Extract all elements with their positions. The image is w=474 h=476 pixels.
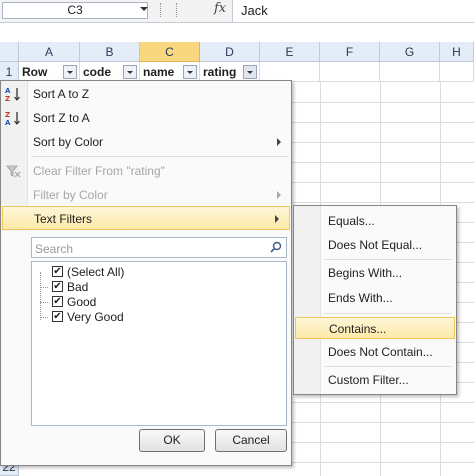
checkbox-checked-icon[interactable]: ✔ [52, 296, 63, 307]
menu-separator [324, 366, 452, 367]
submenu-arrow-icon [277, 138, 281, 146]
svg-text:Z: Z [5, 111, 10, 119]
value-label: Good [67, 295, 97, 309]
filter-dropdown-a-icon[interactable] [63, 65, 77, 79]
cell-d1[interactable]: rating [200, 62, 260, 82]
tree-connector [40, 272, 42, 320]
value-label: (Select All) [67, 265, 125, 279]
menu-separator [31, 156, 289, 157]
sort-by-color-item[interactable]: Sort by Color [1, 130, 291, 154]
begins-with-item[interactable]: Begins With... [294, 262, 456, 284]
menu-separator [324, 313, 452, 314]
cell-a1-text: Row [22, 65, 48, 79]
column-header-c[interactable]: C [140, 42, 200, 62]
custom-filter-item[interactable]: Custom Filter... [294, 369, 456, 391]
cell-b1[interactable]: code [80, 62, 140, 82]
does-not-equal-item[interactable]: Does Not Equal... [294, 234, 456, 256]
clear-filter-icon [6, 165, 21, 178]
svg-text:A: A [5, 87, 11, 95]
contains-label: Contains... [329, 322, 387, 336]
does-not-contain-item[interactable]: Does Not Contain... [294, 341, 456, 363]
clear-filter-item: Clear Filter From "rating" [1, 159, 291, 183]
column-header-g[interactable]: G [380, 42, 440, 62]
equals-label: Equals... [328, 214, 375, 228]
ok-button[interactable]: OK [139, 429, 205, 452]
submenu-arrow-icon [277, 191, 281, 199]
checkbox-checked-icon[interactable]: ✔ [52, 311, 63, 322]
filter-dropdown-b-icon[interactable] [123, 65, 137, 79]
value-label: Bad [67, 280, 89, 294]
sort-za-icon: Z A [5, 111, 20, 126]
column-header-a[interactable]: A [19, 42, 80, 62]
sort-z-to-a-item[interactable]: Z A Sort Z to A [1, 106, 291, 130]
column-header-f[interactable]: F [320, 42, 380, 62]
name-box-dropdown-icon[interactable] [140, 7, 148, 11]
tree-connector [40, 317, 48, 318]
checkbox-checked-icon[interactable]: ✔ [52, 266, 63, 277]
formula-bar-divider [160, 3, 164, 17]
formula-bar-divider [176, 3, 180, 17]
text-filters-label: Text Filters [34, 212, 93, 226]
formula-input[interactable]: Jack [232, 0, 474, 22]
cell-g1[interactable] [380, 62, 440, 82]
filter-values-list[interactable]: ✔ (Select All) ✔ Bad ✔ Good ✔ Very Good [31, 261, 287, 426]
search-input[interactable] [32, 238, 267, 259]
filter-dropdown-d-icon[interactable] [243, 65, 257, 79]
autofilter-menu: A Z Sort A to Z Z A Sort Z to A Sort by … [0, 80, 292, 466]
column-header-e[interactable]: E [260, 42, 320, 62]
row-header-1[interactable]: 1 [0, 62, 19, 82]
cell-e1[interactable] [260, 62, 320, 82]
column-header-d[interactable]: D [200, 42, 260, 62]
name-box-value: C3 [67, 3, 83, 17]
ends-with-label: Ends With... [328, 291, 393, 305]
sort-by-color-label: Sort by Color [33, 135, 104, 149]
filter-by-color-item: Filter by Color [1, 183, 291, 207]
cell-a1[interactable]: Row [19, 62, 80, 82]
ends-with-item[interactable]: Ends With... [294, 287, 456, 309]
sort-z-to-a-label: Sort Z to A [33, 111, 90, 125]
svg-text:Z: Z [5, 95, 10, 102]
cell-b1-text: code [83, 65, 112, 79]
sort-a-to-z-item[interactable]: A Z Sort A to Z [1, 82, 291, 106]
filter-dropdown-c-icon[interactable] [183, 65, 197, 79]
select-all-corner[interactable] [0, 42, 19, 62]
checkbox-checked-icon[interactable]: ✔ [52, 281, 63, 292]
sort-a-to-z-label: Sort A to Z [33, 87, 90, 101]
does-not-equal-label: Does Not Equal... [328, 238, 423, 252]
equals-item[interactable]: Equals... [294, 210, 456, 232]
column-header-h[interactable]: H [440, 42, 474, 62]
svg-text:A: A [5, 119, 11, 126]
cell-d1-text: rating [203, 65, 237, 79]
value-label: Very Good [67, 310, 124, 324]
clear-filter-label: Clear Filter From "rating" [33, 164, 165, 178]
contains-item[interactable]: Contains... [295, 317, 455, 339]
search-box[interactable] [31, 237, 287, 259]
tree-connector [40, 302, 48, 303]
does-not-contain-label: Does Not Contain... [328, 345, 433, 359]
filter-by-color-label: Filter by Color [33, 188, 108, 202]
cancel-button[interactable]: Cancel [215, 429, 287, 452]
text-filters-item[interactable]: Text Filters [2, 206, 290, 230]
formula-bar: C3 fx Jack [0, 0, 474, 23]
begins-with-label: Begins With... [328, 266, 403, 280]
cell-f1[interactable] [320, 62, 380, 82]
cell-h1[interactable] [440, 62, 474, 82]
name-box[interactable]: C3 [2, 2, 148, 19]
column-header-b[interactable]: B [80, 42, 140, 62]
cell-c1[interactable]: name [140, 62, 200, 82]
tree-connector [40, 287, 48, 288]
sort-az-icon: A Z [5, 87, 20, 102]
cell-c1-text: name [143, 65, 175, 79]
submenu-arrow-icon [275, 215, 279, 223]
search-icon[interactable] [270, 241, 282, 253]
text-filters-submenu: Equals... Does Not Equal... Begins With.… [293, 205, 457, 395]
fx-icon[interactable]: fx [214, 1, 226, 16]
custom-filter-label: Custom Filter... [328, 373, 409, 387]
menu-separator [324, 259, 452, 260]
